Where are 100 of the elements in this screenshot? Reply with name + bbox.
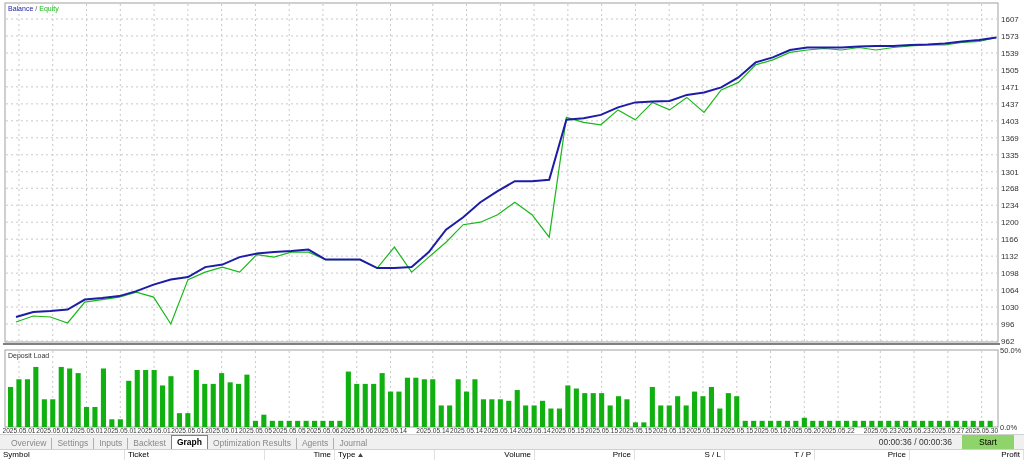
load-bar — [16, 379, 22, 427]
load-bar — [160, 385, 166, 427]
axis-label: 1607 — [1001, 15, 1019, 24]
load-bar — [987, 420, 993, 427]
load-bar — [700, 396, 706, 427]
axis-label: 1098 — [1001, 269, 1019, 279]
load-bar — [185, 413, 191, 427]
load-bar — [134, 370, 140, 427]
load-bar — [24, 379, 30, 427]
axis-label: 1471 — [1001, 82, 1019, 92]
load-bar — [734, 396, 740, 427]
load-bar — [556, 408, 562, 427]
column-header[interactable]: Type — [338, 450, 356, 460]
load-bar — [210, 383, 216, 427]
load-bar — [345, 371, 351, 427]
load-bar — [692, 391, 698, 427]
load-bar — [261, 414, 267, 427]
start-button[interactable]: Start — [962, 435, 1014, 449]
load-bar — [514, 390, 520, 427]
load-bar — [362, 383, 368, 427]
load-bar — [970, 420, 976, 427]
load-bar — [801, 417, 807, 427]
load-bar — [844, 420, 850, 427]
axis-label: 1166 — [1001, 235, 1019, 245]
load-bar — [447, 405, 453, 427]
load-bar — [168, 376, 174, 427]
load-bar — [219, 373, 225, 427]
load-bar — [877, 420, 883, 427]
load-bar — [928, 420, 934, 427]
load-bar — [430, 379, 436, 427]
column-header[interactable]: Ticket — [128, 450, 150, 460]
tab[interactable]: Graph — [170, 435, 208, 449]
load-bar — [666, 405, 672, 427]
load-bar — [8, 386, 14, 427]
load-bar — [421, 379, 427, 427]
column-header[interactable]: Profit — [1001, 450, 1020, 460]
load-bar — [911, 420, 917, 427]
load-bar — [379, 373, 385, 427]
axis-label: 962 — [1001, 337, 1015, 345]
axis-label: 1573 — [1001, 31, 1019, 41]
load-bar — [751, 420, 757, 427]
column-header[interactable]: Price — [887, 450, 906, 460]
load-bar — [472, 379, 478, 427]
axis-label: 1505 — [1001, 65, 1019, 75]
load-bar — [151, 370, 157, 427]
load-bar — [725, 393, 731, 427]
axis-label: 1200 — [1001, 218, 1019, 228]
axis-label: 1030 — [1001, 303, 1019, 313]
load-bar — [100, 368, 106, 427]
load-bar — [548, 408, 554, 427]
load-bar — [641, 422, 647, 427]
axis-label: 1234 — [1001, 201, 1019, 211]
axis-label: 1539 — [1001, 48, 1019, 58]
load-bar — [759, 420, 765, 427]
load-bar — [41, 399, 47, 427]
load-bar — [67, 368, 73, 427]
load-bar — [193, 370, 199, 427]
load-bar — [404, 377, 410, 427]
column-header[interactable]: T / P — [794, 450, 811, 460]
load-bar — [860, 420, 866, 427]
load-bar — [227, 382, 233, 427]
load-bar — [632, 422, 638, 427]
load-bar — [920, 420, 926, 427]
load-bar — [388, 391, 394, 427]
load-bar — [286, 420, 292, 427]
load-bar — [117, 419, 123, 427]
load-bar — [582, 393, 588, 427]
load-bar — [236, 383, 242, 427]
column-header[interactable]: Symbol — [3, 450, 30, 460]
load-bar — [523, 405, 529, 427]
load-bar — [58, 366, 64, 427]
load-bar — [413, 377, 419, 427]
column-header[interactable]: Time — [313, 450, 331, 460]
load-bar — [835, 420, 841, 427]
load-bar — [658, 405, 664, 427]
axis-label: 1064 — [1001, 286, 1019, 296]
load-bar — [303, 420, 309, 427]
load-bar — [337, 420, 343, 427]
elapsed-time: 00:00:36 / 00:00:36 — [878, 436, 952, 449]
load-bar — [312, 420, 318, 427]
load-bar — [143, 370, 149, 427]
load-bar — [852, 420, 858, 427]
load-bar — [945, 420, 951, 427]
load-bar — [793, 420, 799, 427]
load-bar — [708, 386, 714, 427]
load-bar — [903, 420, 909, 427]
load-bar — [50, 399, 56, 427]
load-bar — [886, 420, 892, 427]
axis-label: 996 — [1001, 320, 1015, 330]
load-bar — [126, 380, 132, 427]
column-header[interactable]: Volume — [504, 450, 531, 460]
axis-label: 1403 — [1001, 116, 1019, 126]
load-bar — [531, 405, 537, 427]
load-bar — [784, 420, 790, 427]
column-header[interactable]: S / L — [704, 450, 721, 460]
axis-label: 1268 — [1001, 184, 1019, 194]
load-bar — [565, 385, 571, 427]
load-bar — [683, 405, 689, 427]
column-header[interactable]: Price — [612, 450, 631, 460]
load-bar — [278, 420, 284, 427]
